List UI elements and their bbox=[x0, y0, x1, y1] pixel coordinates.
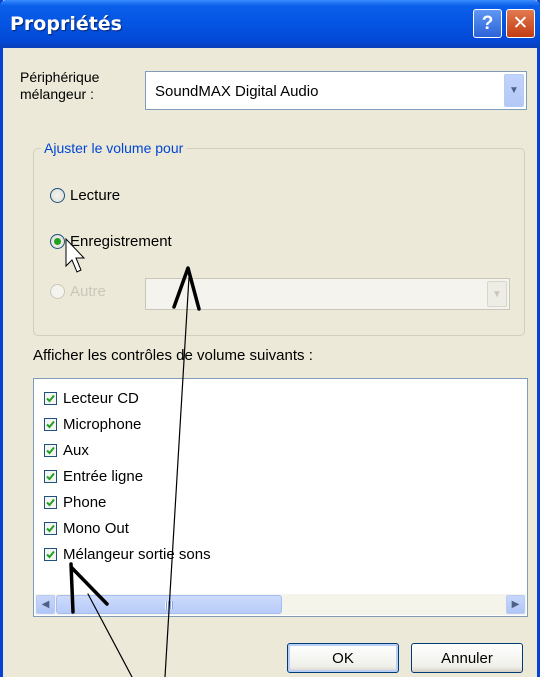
control-item-label: Mélangeur sortie sons bbox=[63, 545, 211, 563]
scroll-left-button[interactable]: ◀ bbox=[36, 595, 55, 614]
controls-list[interactable]: Lecteur CD Microphone Aux Entrée ligne Phone… bbox=[33, 378, 528, 617]
radio-other-indicator bbox=[50, 284, 65, 299]
ok-button[interactable]: OK bbox=[287, 643, 399, 673]
control-item-label: Phone bbox=[63, 493, 107, 511]
control-item[interactable]: Aux bbox=[44, 440, 89, 460]
radio-playback-indicator[interactable] bbox=[50, 188, 65, 203]
check-icon bbox=[46, 446, 55, 454]
cancel-button[interactable]: Annuler bbox=[411, 643, 523, 673]
mixer-device-value: SoundMAX Digital Audio bbox=[155, 83, 319, 100]
check-icon bbox=[46, 550, 55, 558]
radio-playback-label: Lecture bbox=[70, 187, 121, 204]
adjust-volume-legend: Ajuster le volume pour bbox=[41, 140, 187, 156]
control-item[interactable]: Entrée ligne bbox=[44, 466, 143, 486]
grip-icon bbox=[165, 601, 173, 609]
help-icon: ? bbox=[481, 12, 494, 34]
radio-recording-label: Enregistrement bbox=[70, 233, 172, 250]
scroll-right-button[interactable]: ▶ bbox=[506, 595, 525, 614]
control-item-label: Mono Out bbox=[63, 519, 129, 537]
check-icon bbox=[46, 472, 55, 480]
radio-other: Autre bbox=[50, 283, 106, 300]
controls-label: Afficher les contrôles de volume suivant… bbox=[33, 347, 313, 364]
close-button[interactable]: ✕ bbox=[506, 9, 535, 38]
check-icon bbox=[46, 420, 55, 428]
chevron-down-icon[interactable]: ▼ bbox=[504, 74, 524, 107]
mixer-device-label: Périphérique mélangeur : bbox=[20, 69, 100, 102]
horizontal-scrollbar[interactable]: ◀ ▶ bbox=[35, 594, 526, 615]
control-item[interactable]: Mono Out bbox=[44, 518, 129, 538]
control-item-label: Microphone bbox=[63, 415, 142, 433]
radio-other-label: Autre bbox=[70, 283, 106, 300]
title-bar[interactable]: Propriétés ? ✕ bbox=[0, 0, 540, 48]
checkbox[interactable] bbox=[44, 469, 57, 483]
check-icon bbox=[46, 394, 55, 402]
checkbox[interactable] bbox=[44, 521, 57, 535]
mixer-device-select[interactable]: SoundMAX Digital Audio ▼ bbox=[145, 71, 527, 110]
control-item-label: Lecteur CD bbox=[63, 389, 139, 407]
control-item[interactable]: Phone bbox=[44, 492, 106, 512]
window-title: Propriétés bbox=[10, 13, 122, 35]
radio-recording[interactable]: Enregistrement bbox=[50, 233, 172, 250]
other-device-select: ▼ bbox=[145, 278, 510, 310]
radio-recording-indicator[interactable] bbox=[50, 234, 65, 249]
control-item-label: Aux bbox=[63, 441, 89, 459]
scroll-thumb[interactable] bbox=[56, 595, 282, 614]
check-icon bbox=[46, 524, 55, 532]
help-button[interactable]: ? bbox=[473, 9, 502, 38]
checkbox[interactable] bbox=[44, 417, 57, 431]
control-item-label: Entrée ligne bbox=[63, 467, 144, 485]
close-icon: ✕ bbox=[512, 13, 529, 34]
checkbox[interactable] bbox=[44, 391, 57, 405]
control-item[interactable]: Mélangeur sortie sons bbox=[44, 544, 211, 564]
checkbox[interactable] bbox=[44, 547, 57, 561]
radio-playback[interactable]: Lecture bbox=[50, 187, 120, 204]
checkbox[interactable] bbox=[44, 495, 57, 509]
chevron-down-icon: ▼ bbox=[487, 281, 507, 307]
checkbox[interactable] bbox=[44, 443, 57, 457]
check-icon bbox=[46, 498, 55, 506]
control-item[interactable]: Lecteur CD bbox=[44, 388, 139, 408]
control-item[interactable]: Microphone bbox=[44, 414, 141, 434]
